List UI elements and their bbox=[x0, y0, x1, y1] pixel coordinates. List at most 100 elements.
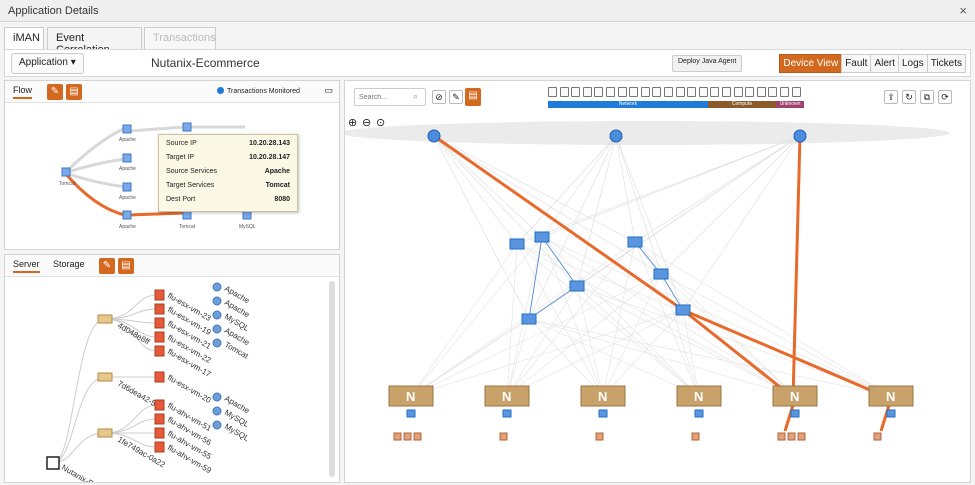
vm-icon[interactable] bbox=[797, 432, 806, 441]
flow-node[interactable] bbox=[242, 210, 252, 220]
tab-storage[interactable]: Storage bbox=[53, 259, 85, 269]
refresh-icon[interactable]: ↻ bbox=[902, 90, 916, 104]
flow-node[interactable] bbox=[122, 153, 132, 163]
flow-node[interactable] bbox=[122, 124, 132, 134]
vm-icon[interactable] bbox=[154, 441, 165, 453]
flow-node[interactable] bbox=[182, 122, 192, 132]
tab-event-correlation[interactable]: Event Correlation bbox=[47, 27, 142, 56]
device-type-icon[interactable] bbox=[571, 87, 581, 97]
vm-icon[interactable] bbox=[499, 432, 508, 441]
maximize-icon[interactable]: ▭ bbox=[324, 85, 333, 96]
application-dropdown[interactable]: Application ▾ bbox=[11, 53, 84, 74]
comment-icon[interactable]: ▤ bbox=[465, 88, 481, 106]
vertical-scrollbar[interactable] bbox=[329, 281, 335, 477]
vm-icon[interactable] bbox=[787, 432, 796, 441]
vm-icon[interactable] bbox=[154, 331, 165, 343]
vm-icon[interactable] bbox=[154, 413, 165, 425]
nic-icon[interactable] bbox=[790, 409, 800, 418]
vm-icon[interactable] bbox=[403, 432, 412, 441]
switch-icon[interactable] bbox=[653, 268, 669, 280]
cluster-icon[interactable] bbox=[46, 456, 60, 470]
tab-iman[interactable]: iMAN bbox=[4, 27, 44, 49]
tag-icon[interactable]: ✎ bbox=[47, 84, 63, 100]
router-icon[interactable] bbox=[427, 129, 441, 143]
tab-alert[interactable]: Alert bbox=[870, 54, 899, 73]
nic-icon[interactable] bbox=[502, 409, 512, 418]
service-icon[interactable] bbox=[212, 420, 222, 430]
flow-node[interactable] bbox=[122, 210, 132, 220]
switch-icon[interactable] bbox=[569, 280, 585, 292]
block-icon[interactable]: ⊘ bbox=[432, 90, 446, 104]
tab-device-view[interactable]: Device View bbox=[779, 54, 843, 73]
vm-icon[interactable] bbox=[154, 427, 165, 439]
flow-node[interactable] bbox=[61, 167, 71, 177]
reload-icon[interactable]: ⟳ bbox=[938, 90, 952, 104]
switch-icon[interactable] bbox=[509, 238, 525, 250]
device-type-icon[interactable] bbox=[756, 87, 766, 97]
service-icon[interactable] bbox=[212, 406, 222, 416]
close-icon[interactable]: × bbox=[959, 3, 967, 18]
zoom-reset-icon[interactable]: ⊙ bbox=[376, 116, 385, 129]
vm-icon[interactable] bbox=[154, 289, 165, 301]
vm-icon[interactable] bbox=[777, 432, 786, 441]
vm-icon[interactable] bbox=[154, 399, 165, 411]
device-type-icon[interactable] bbox=[710, 87, 720, 97]
vm-icon[interactable] bbox=[154, 317, 165, 329]
tag-icon[interactable]: ✎ bbox=[449, 90, 463, 104]
zoom-out-icon[interactable]: ⊖ bbox=[362, 116, 371, 129]
device-type-icon[interactable] bbox=[617, 87, 627, 97]
nic-icon[interactable] bbox=[694, 409, 704, 418]
service-icon[interactable] bbox=[212, 296, 222, 306]
tab-flow[interactable]: Flow bbox=[13, 85, 33, 99]
device-type-icon[interactable] bbox=[768, 87, 778, 97]
device-type-icon[interactable] bbox=[629, 87, 639, 97]
device-type-icon[interactable] bbox=[606, 87, 615, 97]
comment-icon[interactable]: ▤ bbox=[118, 258, 134, 274]
service-icon[interactable] bbox=[212, 392, 222, 402]
nic-icon[interactable] bbox=[598, 409, 608, 418]
tab-fault[interactable]: Fault bbox=[841, 54, 872, 73]
host-icon[interactable] bbox=[97, 372, 113, 382]
device-type-icon[interactable] bbox=[559, 87, 569, 97]
device-type-icon[interactable] bbox=[548, 87, 557, 97]
switch-icon[interactable] bbox=[675, 304, 691, 316]
tag-icon[interactable]: ✎ bbox=[99, 258, 115, 274]
device-type-icon[interactable] bbox=[687, 87, 697, 97]
host-icon[interactable] bbox=[97, 428, 113, 438]
vm-icon[interactable] bbox=[691, 432, 700, 441]
upload-icon[interactable]: ⇪ bbox=[884, 90, 898, 104]
device-type-icon[interactable] bbox=[582, 87, 592, 97]
device-type-icon[interactable] bbox=[594, 87, 604, 97]
vm-icon[interactable] bbox=[595, 432, 604, 441]
tab-tickets[interactable]: Tickets bbox=[926, 54, 966, 73]
deploy-java-agent-button[interactable]: Deploy Java Agent bbox=[672, 55, 743, 72]
comment-icon[interactable]: ▤ bbox=[66, 84, 82, 100]
device-type-icon[interactable] bbox=[675, 87, 685, 97]
router-icon[interactable] bbox=[793, 129, 807, 143]
host-icon[interactable] bbox=[97, 314, 113, 324]
flow-node[interactable] bbox=[122, 182, 132, 192]
switch-icon[interactable] bbox=[521, 313, 537, 325]
vm-icon[interactable] bbox=[873, 432, 882, 441]
device-type-icon[interactable] bbox=[733, 87, 743, 97]
device-type-icon[interactable] bbox=[698, 87, 708, 97]
switch-icon[interactable] bbox=[627, 236, 643, 248]
nic-icon[interactable] bbox=[886, 409, 896, 418]
zoom-in-icon[interactable]: ⊕ bbox=[348, 116, 357, 129]
switch-icon[interactable] bbox=[534, 231, 550, 243]
service-icon[interactable] bbox=[212, 324, 222, 334]
device-type-icon[interactable] bbox=[780, 87, 789, 97]
vm-icon[interactable] bbox=[154, 303, 165, 315]
service-icon[interactable] bbox=[212, 282, 222, 292]
nic-icon[interactable] bbox=[406, 409, 416, 418]
device-type-icon[interactable] bbox=[745, 87, 755, 97]
device-type-icon[interactable] bbox=[664, 87, 673, 97]
tab-logs[interactable]: Logs bbox=[898, 54, 928, 73]
layout-icon[interactable]: ⧉ bbox=[920, 90, 934, 104]
device-type-icon[interactable] bbox=[791, 87, 801, 97]
device-type-icon[interactable] bbox=[652, 87, 662, 97]
flow-node[interactable] bbox=[182, 210, 192, 220]
vm-icon[interactable] bbox=[393, 432, 402, 441]
vm-icon[interactable] bbox=[413, 432, 422, 441]
device-type-icon[interactable] bbox=[640, 87, 650, 97]
